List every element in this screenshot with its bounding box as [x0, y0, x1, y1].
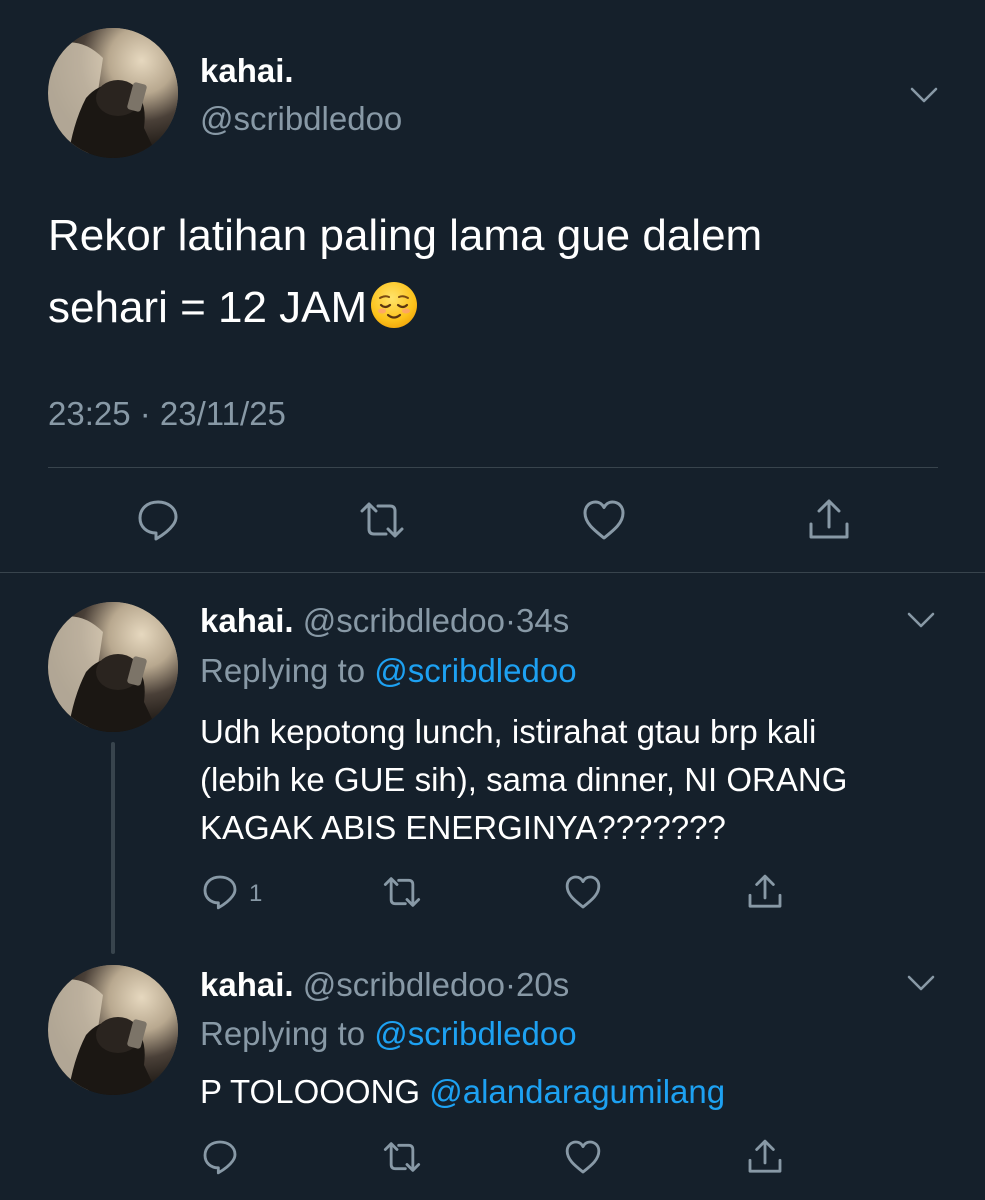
divider: [48, 467, 938, 468]
chevron-down-icon[interactable]: [906, 611, 936, 629]
reply-header: kahai. @scribdledoo·20s: [200, 966, 569, 1004]
like-icon[interactable]: [580, 496, 628, 544]
reply-text: P TOLOOONG @alandaragumilang: [200, 1068, 960, 1116]
avatar[interactable]: [48, 28, 178, 158]
author-name[interactable]: kahai.: [200, 52, 294, 90]
reply-icon[interactable]: [200, 1137, 240, 1177]
separator: ·: [505, 602, 517, 639]
mention-link[interactable]: @alandaragumilang: [429, 1073, 725, 1110]
replying-to-mention[interactable]: @scribdledoo: [374, 652, 576, 689]
separator: ·: [505, 966, 517, 1003]
share-icon[interactable]: [805, 496, 853, 544]
replying-to: Replying to @scribdledoo: [200, 652, 577, 690]
reply-text: Udh kepotong lunch, istirahat gtau brp k…: [200, 708, 960, 852]
chevron-down-icon[interactable]: [906, 974, 936, 992]
reply-time: 34s: [516, 602, 570, 639]
replying-to: Replying to @scribdledoo: [200, 1015, 577, 1053]
share-icon[interactable]: [745, 872, 785, 912]
author-name[interactable]: kahai.: [200, 966, 294, 1003]
reply-header: kahai. @scribdledoo·34s: [200, 602, 569, 640]
like-icon[interactable]: [563, 1137, 603, 1177]
tweet-text-line-2: sehari = 12 JAM: [48, 272, 938, 344]
tweet-text-line: Rekor latihan paling lama gue dalem: [48, 211, 763, 260]
thread-line: [111, 742, 115, 954]
tweet-text-line-2-text: sehari = 12 JAM: [48, 283, 368, 332]
tweet-text: Rekor latihan paling lama gue dalem seha…: [48, 200, 938, 344]
reply-icon[interactable]: [200, 872, 240, 912]
chevron-down-icon[interactable]: [909, 86, 939, 104]
reply-text-content: P TOLOOONG: [200, 1073, 421, 1110]
reply-icon[interactable]: [134, 496, 182, 544]
avatar[interactable]: [48, 965, 178, 1095]
tweet-timestamp: 23:25 · 23/11/25: [48, 395, 286, 432]
avatar-image: [48, 28, 178, 158]
retweet-icon[interactable]: [382, 872, 422, 912]
author-handle[interactable]: @scribdledoo: [303, 966, 505, 1003]
replying-to-mention[interactable]: @scribdledoo: [374, 1015, 576, 1052]
avatar-image: [48, 602, 178, 732]
retweet-icon[interactable]: [382, 1137, 422, 1177]
reply-text-line: Udh kepotong lunch, istirahat gtau brp k…: [200, 713, 817, 750]
share-icon[interactable]: [745, 1137, 785, 1177]
reply-text-line: (lebih ke GUE sih), sama dinner, NI ORAN…: [200, 761, 848, 798]
reply-count: 1: [249, 880, 263, 907]
replying-to-label: Replying to: [200, 1015, 366, 1052]
like-icon[interactable]: [563, 872, 603, 912]
reply-text-line: KAGAK ABIS ENERGINYA???????: [200, 809, 726, 846]
divider: [0, 572, 985, 573]
author-handle[interactable]: @scribdledoo: [303, 602, 505, 639]
author-handle[interactable]: @scribdledoo: [200, 100, 402, 138]
author-name[interactable]: kahai.: [200, 602, 294, 639]
avatar-image: [48, 965, 178, 1095]
relieved-face-icon: [371, 282, 418, 328]
replying-to-label: Replying to: [200, 652, 366, 689]
reply-time: 20s: [516, 966, 570, 1003]
retweet-icon[interactable]: [358, 496, 406, 544]
avatar[interactable]: [48, 602, 178, 732]
